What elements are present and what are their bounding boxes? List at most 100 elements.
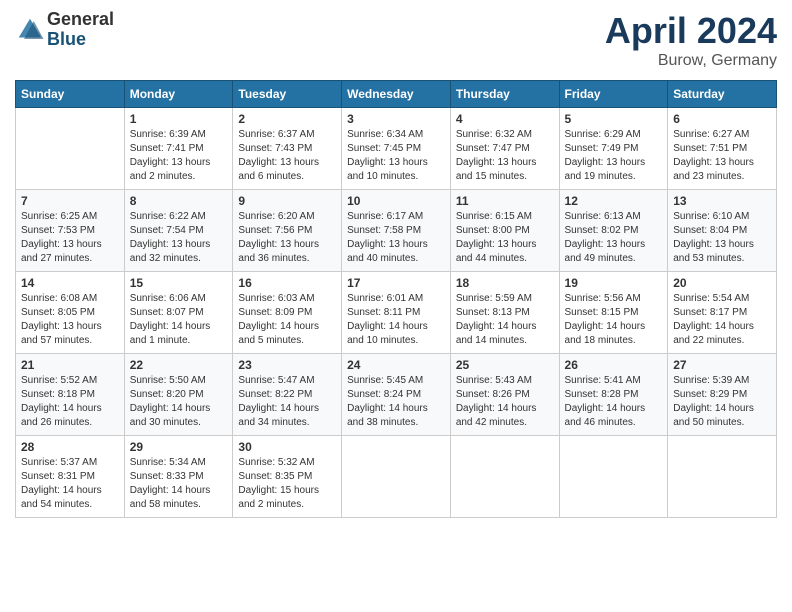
day-info: Sunrise: 6:01 AM Sunset: 8:11 PM Dayligh…: [347, 292, 445, 348]
day-info: Sunrise: 6:27 AM Sunset: 7:51 PM Dayligh…: [673, 128, 771, 184]
calendar-day-cell: 6 Sunrise: 6:27 AM Sunset: 7:51 PM Daylig…: [668, 108, 777, 190]
day-number: 22: [130, 358, 228, 372]
day-info: Sunrise: 6:34 AM Sunset: 7:45 PM Dayligh…: [347, 128, 445, 184]
day-info: Sunrise: 6:37 AM Sunset: 7:43 PM Dayligh…: [238, 128, 336, 184]
calendar-day-cell: 19Sunrise: 5:56 AM Sunset: 8:15 PM Dayli…: [559, 272, 668, 354]
calendar-body: 1 Sunrise: 6:39 AM Sunset: 7:41 PM Daylig…: [16, 108, 777, 518]
calendar-header: Sunday Monday Tuesday Wednesday Thursday…: [16, 81, 777, 108]
day-number: 5: [565, 112, 663, 126]
day-info: Sunrise: 6:29 AM Sunset: 7:49 PM Dayligh…: [565, 128, 663, 184]
day-number: 7: [21, 194, 119, 208]
header-wednesday: Wednesday: [342, 81, 451, 108]
day-number: 27: [673, 358, 771, 372]
day-number: 17: [347, 276, 445, 290]
calendar-day-cell: 5 Sunrise: 6:29 AM Sunset: 7:49 PM Daylig…: [559, 108, 668, 190]
day-number: 21: [21, 358, 119, 372]
day-info: Sunrise: 5:59 AM Sunset: 8:13 PM Dayligh…: [456, 292, 554, 348]
logo-general-text: General: [47, 10, 114, 30]
calendar-week-row: 1 Sunrise: 6:39 AM Sunset: 7:41 PM Daylig…: [16, 108, 777, 190]
day-number: 26: [565, 358, 663, 372]
calendar-day-cell: 13Sunrise: 6:10 AM Sunset: 8:04 PM Dayli…: [668, 190, 777, 272]
day-info: Sunrise: 6:25 AM Sunset: 7:53 PM Dayligh…: [21, 210, 119, 266]
page-header: General Blue April 2024 Burow, Germany: [15, 10, 777, 70]
calendar-week-row: 28 Sunrise: 5:37 AM Sunset: 8:31 PM Dayli…: [16, 436, 777, 518]
header-friday: Friday: [559, 81, 668, 108]
calendar-day-cell: 16 Sunrise: 6:03 AM Sunset: 8:09 PM Dayli…: [233, 272, 342, 354]
day-info: Sunrise: 6:22 AM Sunset: 7:54 PM Dayligh…: [130, 210, 228, 266]
day-info: Sunrise: 5:52 AM Sunset: 8:18 PM Dayligh…: [21, 374, 119, 430]
weekday-header-row: Sunday Monday Tuesday Wednesday Thursday…: [16, 81, 777, 108]
calendar-day-cell: [16, 108, 125, 190]
day-info: Sunrise: 6:39 AM Sunset: 7:41 PM Dayligh…: [130, 128, 228, 184]
day-number: 30: [238, 440, 336, 454]
calendar-day-cell: [450, 436, 559, 518]
calendar-day-cell: 30Sunrise: 5:32 AM Sunset: 8:35 PM Dayli…: [233, 436, 342, 518]
calendar-day-cell: 7 Sunrise: 6:25 AM Sunset: 7:53 PM Daylig…: [16, 190, 125, 272]
month-title: April 2024: [605, 10, 777, 52]
day-info: Sunrise: 6:17 AM Sunset: 7:58 PM Dayligh…: [347, 210, 445, 266]
day-number: 9: [238, 194, 336, 208]
calendar-day-cell: 12Sunrise: 6:13 AM Sunset: 8:02 PM Dayli…: [559, 190, 668, 272]
day-info: Sunrise: 6:20 AM Sunset: 7:56 PM Dayligh…: [238, 210, 336, 266]
header-saturday: Saturday: [668, 81, 777, 108]
day-info: Sunrise: 6:32 AM Sunset: 7:47 PM Dayligh…: [456, 128, 554, 184]
day-number: 25: [456, 358, 554, 372]
day-info: Sunrise: 5:45 AM Sunset: 8:24 PM Dayligh…: [347, 374, 445, 430]
header-monday: Monday: [124, 81, 233, 108]
calendar-day-cell: 20 Sunrise: 5:54 AM Sunset: 8:17 PM Dayli…: [668, 272, 777, 354]
header-sunday: Sunday: [16, 81, 125, 108]
calendar-day-cell: 22 Sunrise: 5:50 AM Sunset: 8:20 PM Dayli…: [124, 354, 233, 436]
day-info: Sunrise: 5:41 AM Sunset: 8:28 PM Dayligh…: [565, 374, 663, 430]
title-block: April 2024 Burow, Germany: [605, 10, 777, 70]
day-info: Sunrise: 5:54 AM Sunset: 8:17 PM Dayligh…: [673, 292, 771, 348]
day-info: Sunrise: 5:50 AM Sunset: 8:20 PM Dayligh…: [130, 374, 228, 430]
calendar-day-cell: [668, 436, 777, 518]
day-number: 4: [456, 112, 554, 126]
day-number: 10: [347, 194, 445, 208]
calendar-day-cell: 23Sunrise: 5:47 AM Sunset: 8:22 PM Dayli…: [233, 354, 342, 436]
day-info: Sunrise: 5:56 AM Sunset: 8:15 PM Dayligh…: [565, 292, 663, 348]
day-info: Sunrise: 6:03 AM Sunset: 8:09 PM Dayligh…: [238, 292, 336, 348]
day-number: 29: [130, 440, 228, 454]
calendar-day-cell: 8 Sunrise: 6:22 AM Sunset: 7:54 PM Daylig…: [124, 190, 233, 272]
calendar-day-cell: [559, 436, 668, 518]
calendar-week-row: 21 Sunrise: 5:52 AM Sunset: 8:18 PM Dayli…: [16, 354, 777, 436]
page-container: General Blue April 2024 Burow, Germany S…: [0, 0, 792, 528]
calendar-day-cell: 9 Sunrise: 6:20 AM Sunset: 7:56 PM Daylig…: [233, 190, 342, 272]
logo-icon: [15, 15, 45, 45]
day-number: 1: [130, 112, 228, 126]
day-number: 28: [21, 440, 119, 454]
day-number: 6: [673, 112, 771, 126]
calendar-day-cell: 3Sunrise: 6:34 AM Sunset: 7:45 PM Daylig…: [342, 108, 451, 190]
calendar-day-cell: 17 Sunrise: 6:01 AM Sunset: 8:11 PM Dayli…: [342, 272, 451, 354]
logo: General Blue: [15, 10, 114, 50]
calendar-day-cell: 24 Sunrise: 5:45 AM Sunset: 8:24 PM Dayli…: [342, 354, 451, 436]
day-info: Sunrise: 5:37 AM Sunset: 8:31 PM Dayligh…: [21, 456, 119, 512]
day-info: Sunrise: 5:47 AM Sunset: 8:22 PM Dayligh…: [238, 374, 336, 430]
day-number: 15: [130, 276, 228, 290]
calendar-day-cell: 27Sunrise: 5:39 AM Sunset: 8:29 PM Dayli…: [668, 354, 777, 436]
calendar-day-cell: 1 Sunrise: 6:39 AM Sunset: 7:41 PM Daylig…: [124, 108, 233, 190]
calendar-day-cell: 14Sunrise: 6:08 AM Sunset: 8:05 PM Dayli…: [16, 272, 125, 354]
calendar-table: Sunday Monday Tuesday Wednesday Thursday…: [15, 80, 777, 518]
calendar-day-cell: 21 Sunrise: 5:52 AM Sunset: 8:18 PM Dayli…: [16, 354, 125, 436]
day-number: 24: [347, 358, 445, 372]
day-info: Sunrise: 6:15 AM Sunset: 8:00 PM Dayligh…: [456, 210, 554, 266]
day-number: 2: [238, 112, 336, 126]
calendar-day-cell: 28 Sunrise: 5:37 AM Sunset: 8:31 PM Dayli…: [16, 436, 125, 518]
day-number: 20: [673, 276, 771, 290]
calendar-day-cell: 26 Sunrise: 5:41 AM Sunset: 8:28 PM Dayli…: [559, 354, 668, 436]
day-number: 16: [238, 276, 336, 290]
calendar-day-cell: 29Sunrise: 5:34 AM Sunset: 8:33 PM Dayli…: [124, 436, 233, 518]
calendar-day-cell: 15Sunrise: 6:06 AM Sunset: 8:07 PM Dayli…: [124, 272, 233, 354]
day-number: 8: [130, 194, 228, 208]
calendar-week-row: 14Sunrise: 6:08 AM Sunset: 8:05 PM Dayli…: [16, 272, 777, 354]
day-info: Sunrise: 6:08 AM Sunset: 8:05 PM Dayligh…: [21, 292, 119, 348]
calendar-day-cell: 2 Sunrise: 6:37 AM Sunset: 7:43 PM Daylig…: [233, 108, 342, 190]
calendar-day-cell: 18 Sunrise: 5:59 AM Sunset: 8:13 PM Dayli…: [450, 272, 559, 354]
logo-blue-text: Blue: [47, 30, 114, 50]
day-number: 18: [456, 276, 554, 290]
day-info: Sunrise: 6:13 AM Sunset: 8:02 PM Dayligh…: [565, 210, 663, 266]
logo-text: General Blue: [47, 10, 114, 50]
header-tuesday: Tuesday: [233, 81, 342, 108]
